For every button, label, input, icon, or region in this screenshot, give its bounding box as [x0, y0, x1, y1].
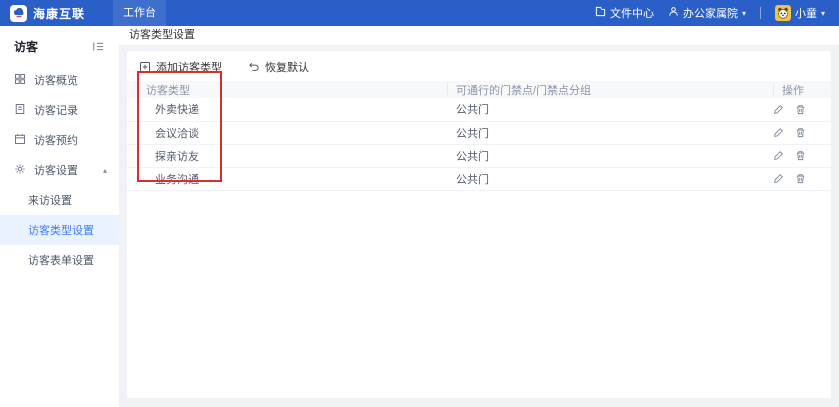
restore-default-button[interactable]: 恢复默认 — [248, 59, 309, 75]
main-layout: 访客 访客概览 访客记录 访客 — [0, 26, 839, 407]
door-cell: 公共门 — [447, 167, 773, 190]
records-icon — [14, 103, 26, 118]
chevron-down-icon: ▾ — [742, 9, 746, 18]
delete-icon[interactable] — [795, 150, 806, 161]
visitor-type-table: 访客类型 可通行的门禁点/门禁点分组 操作 外卖快递 公共门 — [127, 81, 831, 191]
chevron-up-icon: ▴ — [103, 166, 107, 175]
user-name: 小童 — [795, 5, 817, 21]
visitor-type-cell: 业务沟通 — [127, 167, 447, 190]
page-title: 访客类型设置 — [119, 26, 839, 45]
column-actions: 操作 — [773, 81, 831, 98]
sidebar-item-label: 访客概览 — [34, 72, 109, 88]
avatar — [775, 5, 791, 21]
delete-icon[interactable] — [795, 127, 806, 138]
door-cell: 公共门 — [447, 144, 773, 167]
sidebar-item-visitor-appointment[interactable]: 访客预约 — [0, 125, 119, 155]
person-icon — [668, 6, 679, 20]
tab-workbench[interactable]: 工作台 — [113, 0, 166, 26]
sidebar-item-label: 访客预约 — [34, 132, 109, 148]
table-row: 会议洽谈 公共门 — [127, 121, 831, 144]
brand-logo-icon — [10, 5, 27, 22]
sidebar-header: 访客 — [0, 32, 119, 65]
edit-icon[interactable] — [773, 104, 784, 115]
sidebar-title: 访客 — [14, 38, 38, 55]
topbar-right: 文件中心 办公家属院 ▾ — [595, 5, 839, 21]
content-area: 访客类型设置 添加访客类型 恢复默认 — [119, 26, 839, 407]
door-cell: 公共门 — [447, 121, 773, 144]
sidebar: 访客 访客概览 访客记录 访客 — [0, 26, 119, 407]
sidebar-item-visitor-overview[interactable]: 访客概览 — [0, 65, 119, 95]
sidebar-item-visitor-records[interactable]: 访客记录 — [0, 95, 119, 125]
file-center-label: 文件中心 — [610, 5, 654, 21]
add-visitor-type-label: 添加访客类型 — [156, 59, 222, 75]
visitor-type-cell: 会议洽谈 — [127, 121, 447, 144]
table-header-row: 访客类型 可通行的门禁点/门禁点分组 操作 — [127, 81, 831, 98]
app-window: 海康互联 工作台 文件中心 办公家属院 ▾ — [0, 0, 839, 407]
sidebar-item-label: 访客设置 — [34, 162, 95, 178]
org-switcher[interactable]: 办公家属院 ▾ — [668, 5, 746, 21]
table-row: 业务沟通 公共门 — [127, 167, 831, 190]
sidebar-collapse-icon[interactable] — [92, 41, 105, 52]
chevron-down-icon: ▾ — [821, 9, 825, 18]
sidebar-item-label: 访客记录 — [34, 102, 109, 118]
sidebar-subitem-visitor-type-settings[interactable]: 访客类型设置 — [0, 215, 119, 245]
org-name: 办公家属院 — [683, 5, 738, 21]
add-visitor-type-button[interactable]: 添加访客类型 — [139, 59, 222, 75]
undo-icon — [248, 61, 260, 73]
user-menu[interactable]: 小童 ▾ — [775, 5, 825, 21]
edit-icon[interactable] — [773, 173, 784, 184]
edit-icon[interactable] — [773, 150, 784, 161]
column-access-doors: 可通行的门禁点/门禁点分组 — [447, 81, 773, 98]
delete-icon[interactable] — [795, 104, 806, 115]
file-center-button[interactable]: 文件中心 — [595, 5, 654, 21]
table-row: 外卖快递 公共门 — [127, 98, 831, 121]
door-cell: 公共门 — [447, 98, 773, 121]
settings-icon — [14, 163, 26, 178]
sidebar-subitem-visit-settings[interactable]: 来访设置 — [0, 185, 119, 215]
overview-icon — [14, 73, 26, 88]
sidebar-subitem-visitor-form-settings[interactable]: 访客表单设置 — [0, 245, 119, 275]
edit-icon[interactable] — [773, 127, 784, 138]
add-icon — [139, 61, 151, 73]
visitor-type-cell: 外卖快递 — [127, 98, 447, 121]
visitor-type-cell: 探亲访友 — [127, 144, 447, 167]
sidebar-item-visitor-settings[interactable]: 访客设置 ▴ — [0, 155, 119, 185]
file-icon — [595, 6, 606, 20]
column-visitor-type: 访客类型 — [127, 81, 447, 98]
content-card: 添加访客类型 恢复默认 访客类型 可通行的门禁点/门禁点分组 — [127, 51, 831, 398]
table-row: 探亲访友 公共门 — [127, 144, 831, 167]
delete-icon[interactable] — [795, 173, 806, 184]
toolbar: 添加访客类型 恢复默认 — [127, 51, 831, 81]
topbar: 海康互联 工作台 文件中心 办公家属院 ▾ — [0, 0, 839, 26]
topbar-divider — [760, 7, 761, 19]
restore-default-label: 恢复默认 — [265, 59, 309, 75]
calendar-icon — [14, 133, 26, 148]
brand-name: 海康互联 — [33, 5, 85, 22]
